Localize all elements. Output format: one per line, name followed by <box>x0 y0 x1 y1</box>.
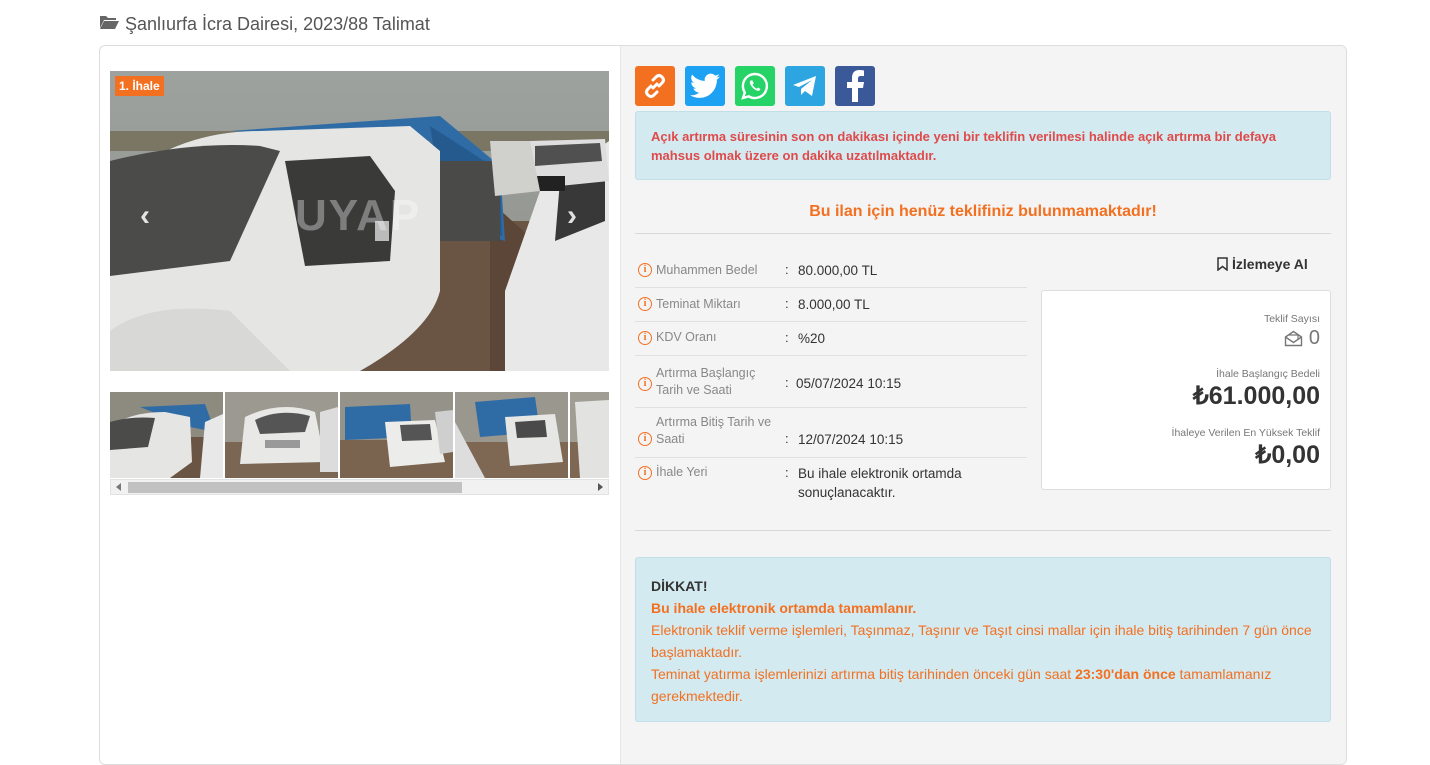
warning-line-3: Teminat yatırma işlemlerinizi artırma bi… <box>651 663 1315 707</box>
page-title: Şanlıurfa İcra Dairesi, 2023/88 Talimat <box>99 14 430 35</box>
info-colon: : <box>785 296 789 311</box>
uyap-watermark: UYAP <box>295 191 422 240</box>
info-value: 12/07/2024 10:15 <box>798 432 904 447</box>
scroll-left-arrow-icon[interactable] <box>116 483 121 491</box>
info-value: 05/07/2024 10:15 <box>796 376 902 391</box>
auction-details-panel: Açık artırma süresinin son on dakikası i… <box>620 46 1346 764</box>
share-facebook-button[interactable] <box>835 66 875 106</box>
no-offer-message: Bu ilan için henüz teklifiniz bulunmamak… <box>809 203 1157 220</box>
warning-line-2: Elektronik teklif verme işlemleri, Taşın… <box>651 622 1312 660</box>
info-row-bitis: i Artırma Bitiş Tarih ve Saati : 12/07/2… <box>635 408 1027 458</box>
thumbnail[interactable] <box>455 392 568 478</box>
info-label: KDV Oranı <box>656 330 717 344</box>
info-value: 80.000,00 TL <box>798 263 878 278</box>
bookmark-icon <box>1217 257 1228 271</box>
envelope-open-icon <box>1284 330 1303 347</box>
info-value: Bu ihale elektronik ortamda sonuçlanacak… <box>798 466 962 500</box>
highest-offer-label: İhaleye Verilen En Yüksek Teklif <box>1171 427 1320 439</box>
info-label: Muhammen Bedel <box>656 263 758 277</box>
share-telegram-button[interactable] <box>785 66 825 106</box>
info-colon: : <box>785 431 789 446</box>
offer-count: 0 <box>1284 327 1320 350</box>
start-price-label: İhale Başlangıç Bedeli <box>1216 368 1320 380</box>
info-icon: i <box>638 466 652 480</box>
info-label: Artırma Bitiş Tarih ve Saati <box>656 415 772 446</box>
info-icon: i <box>638 263 652 277</box>
info-icon: i <box>638 297 652 311</box>
info-label: İhale Yeri <box>656 465 708 479</box>
info-colon: : <box>785 375 789 390</box>
info-label: Teminat Miktarı <box>656 297 741 311</box>
info-icon: i <box>638 377 652 391</box>
info-row-baslangic: i Artırma Başlangıç Tarih ve Saati : 05/… <box>635 356 1027 408</box>
auction-card: 1. İhale UYAP ‹ › Açık artırma süresinin… <box>99 45 1347 765</box>
info-row-teminat-miktari: i Teminat Miktarı : 8.000,00 TL <box>635 288 1027 322</box>
scroll-right-arrow-icon[interactable] <box>598 483 603 491</box>
share-link-button[interactable] <box>635 66 675 106</box>
auction-stats-box: Teklif Sayısı 0 İhale Başlangıç Bedeli ₺… <box>1041 290 1331 490</box>
info-colon: : <box>785 465 789 480</box>
thumbnail-scrollbar[interactable] <box>110 479 609 495</box>
extension-alert: Açık artırma süresinin son on dakikası i… <box>635 111 1331 180</box>
info-row-ihale-yeri: i İhale Yeri : Bu ihale elektronik ortam… <box>635 458 1027 508</box>
info-icon: i <box>638 331 652 345</box>
offer-count-value: 0 <box>1308 327 1320 349</box>
warning-line-3-pre: Teminat yatırma işlemlerinizi artırma bi… <box>651 666 1076 682</box>
divider <box>635 530 1331 531</box>
divider <box>635 233 1331 234</box>
main-photo[interactable]: 1. İhale UYAP ‹ › <box>110 71 609 371</box>
telegram-icon <box>793 76 816 96</box>
thumbnail[interactable] <box>570 392 609 478</box>
facebook-icon <box>847 70 864 102</box>
watch-label: İzlemeye Al <box>1232 256 1308 272</box>
chevron-left-icon[interactable]: ‹ <box>130 201 160 231</box>
share-whatsapp-button[interactable] <box>735 66 775 106</box>
watch-button[interactable]: İzlemeye Al <box>1217 256 1308 272</box>
warning-line-1: Bu ihale elektronik ortamda tamamlanır. <box>651 600 917 616</box>
offer-count-label: Teklif Sayısı <box>1263 313 1320 325</box>
info-value: %20 <box>798 331 826 346</box>
thumbnail-strip <box>110 392 609 478</box>
highest-offer-value: ₺0,00 <box>1255 441 1320 469</box>
thumbnail[interactable] <box>110 392 223 478</box>
chevron-right-icon[interactable]: › <box>557 201 587 231</box>
thumbnail[interactable] <box>225 392 338 478</box>
folder-open-icon <box>99 14 119 35</box>
ihale-badge: 1. İhale <box>115 76 164 96</box>
warning-line-3-bold: 23:30'dan önce <box>1075 666 1176 682</box>
twitter-icon <box>690 73 720 98</box>
link-icon <box>645 74 665 98</box>
thumbnail[interactable] <box>340 392 453 478</box>
scrollbar-thumb[interactable] <box>128 482 462 493</box>
info-colon: : <box>785 262 789 277</box>
start-price-value: ₺61.000,00 <box>1192 382 1320 410</box>
info-label: Artırma Başlangıç Tarih ve Saati <box>656 366 756 397</box>
page-title-text: Şanlıurfa İcra Dairesi, 2023/88 Talimat <box>125 14 430 34</box>
warning-alert: DİKKAT! Bu ihale elektronik ortamda tama… <box>635 557 1331 722</box>
info-row-muhammen-bedel: i Muhammen Bedel : 80.000,00 TL <box>635 254 1027 288</box>
info-icon: i <box>638 432 652 446</box>
info-row-kdv-orani: i KDV Oranı : %20 <box>635 322 1027 356</box>
info-value: 8.000,00 TL <box>798 297 870 312</box>
info-colon: : <box>785 330 789 345</box>
share-twitter-button[interactable] <box>685 66 725 106</box>
whatsapp-icon <box>741 72 769 100</box>
warning-title: DİKKAT! <box>651 578 708 594</box>
